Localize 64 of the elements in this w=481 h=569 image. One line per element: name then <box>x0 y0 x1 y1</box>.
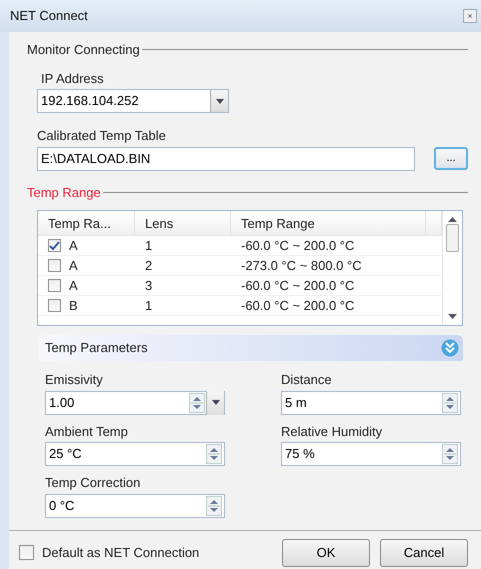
table-cell: 2 <box>145 258 152 273</box>
table-cell: -273.0 °C ~ 800.0 °C <box>241 258 362 273</box>
checkbox[interactable] <box>48 259 61 272</box>
spin-field[interactable]: 5 m <box>285 392 442 412</box>
scroll-thumb[interactable] <box>446 224 459 252</box>
table-cell: 1 <box>145 238 152 253</box>
table-cell: -60.0 °C ~ 200.0 °C <box>241 278 354 293</box>
caret-icon <box>212 400 220 405</box>
spin-box[interactable]: 75 % <box>281 442 461 466</box>
table-cell: -60.0 °C ~ 200.0 °C <box>241 298 354 313</box>
spin-box[interactable]: 25 °C <box>45 442 225 466</box>
checkbox[interactable] <box>48 239 61 252</box>
spin-field[interactable]: 0 °C <box>49 496 206 516</box>
column-header[interactable]: Temp Range <box>231 211 426 235</box>
table-cell-text: B <box>69 296 78 315</box>
section-legend: Temp Range <box>27 182 101 202</box>
caret-icon <box>216 98 224 104</box>
browse-button[interactable]: ... <box>434 147 468 170</box>
checkbox[interactable] <box>48 279 61 292</box>
spinner-icon[interactable] <box>442 444 458 464</box>
panel-title: Temp Parameters <box>45 339 148 358</box>
column-header[interactable]: Temp Ra... <box>38 211 135 235</box>
field-label: Emissivity <box>45 371 104 389</box>
table-cell-text: A <box>69 276 78 295</box>
spinner-icon[interactable] <box>206 444 222 464</box>
scroll-down-icon[interactable] <box>448 314 457 319</box>
cancel-button[interactable]: Cancel <box>380 538 468 566</box>
spin-box[interactable]: 0 °C <box>45 494 225 518</box>
spinner-icon[interactable] <box>189 392 205 412</box>
table-cell: 1 <box>145 298 152 313</box>
close-button[interactable]: × <box>463 9 477 23</box>
window-title: NET Connect <box>10 7 88 26</box>
spin-field[interactable]: 1.00 <box>49 392 189 412</box>
checkbox[interactable] <box>48 299 61 312</box>
dropdown-button[interactable] <box>210 90 228 112</box>
field-label: Ambient Temp <box>45 422 129 441</box>
spinner-icon[interactable] <box>442 392 458 412</box>
ok-button[interactable]: OK <box>282 538 370 566</box>
table-cell: -60.0 °C ~ 200.0 °C <box>241 238 354 253</box>
file-path-box[interactable]: E:\DATALOAD.BIN <box>37 146 416 170</box>
field-label: Temp Correction <box>45 474 142 492</box>
section-legend: Monitor Connecting <box>27 40 140 60</box>
collapse-icon[interactable] <box>441 339 459 357</box>
spin-box[interactable]: 5 m <box>281 390 461 414</box>
scroll-up-icon[interactable] <box>448 217 457 222</box>
ip-address-field[interactable]: 192.168.104.252 <box>41 91 210 111</box>
table-cell-text: A <box>69 256 78 275</box>
spin-field[interactable]: 25 °C <box>49 444 206 464</box>
checkbox[interactable] <box>19 545 34 560</box>
column-header[interactable]: Lens <box>135 211 231 235</box>
table-cell-text: A <box>69 236 78 255</box>
file-path-field[interactable]: E:\DATALOAD.BIN <box>41 148 414 168</box>
field-label: Distance <box>281 371 333 389</box>
spin-box[interactable]: 1.00 <box>45 390 225 414</box>
table-cell: 3 <box>145 278 152 293</box>
field-label: IP Address <box>41 70 105 88</box>
spinner-icon[interactable] <box>206 496 222 516</box>
checkbox-label: Default as NET Connection <box>42 544 200 562</box>
ip-address-combo[interactable]: 192.168.104.252 <box>37 89 229 113</box>
panel-header[interactable]: Temp Parameters <box>39 335 463 361</box>
dropdown-button[interactable] <box>206 390 224 414</box>
field-label: Calibrated Temp Table <box>37 127 167 145</box>
field-label: Relative Humidity <box>281 422 384 441</box>
spin-field[interactable]: 75 % <box>285 444 442 464</box>
